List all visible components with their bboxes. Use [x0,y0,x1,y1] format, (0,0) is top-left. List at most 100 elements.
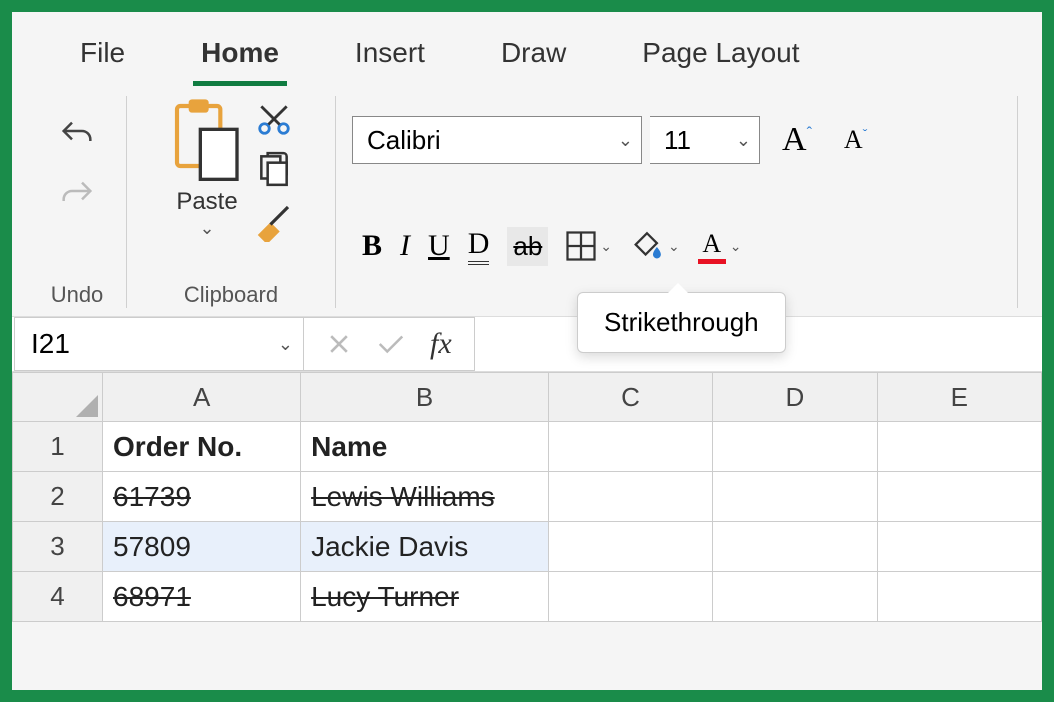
chevron-down-icon: ⌄ [736,130,751,151]
cell-b3[interactable]: Jackie Davis [301,522,549,572]
cell-a3[interactable]: 57809 [103,522,301,572]
separator [126,96,127,308]
cell-a1[interactable]: Order No. [103,422,301,472]
row-header-1[interactable]: 1 [12,422,103,472]
increase-font-icon: Aˆ [782,121,812,159]
column-header-c[interactable]: C [549,372,713,422]
tab-insert[interactable]: Insert [347,27,433,86]
excel-window: File Home Insert Draw Page Layout Undo [12,12,1042,690]
tooltip-strikethrough: Strikethrough [577,292,786,353]
bold-icon: B [362,229,382,263]
select-all-corner[interactable] [12,372,103,422]
undo-icon [57,116,97,156]
redo-icon [57,176,97,216]
fill-color-icon [630,229,664,263]
group-font: Calibri ⌄ 11 ⌄ Aˆ Aˇ B I U D ab [340,96,1013,308]
chevron-down-icon: ⌄ [668,238,680,255]
borders-icon [566,231,596,261]
cell-a4[interactable]: 68971 [103,572,301,622]
group-undo-label: Undo [51,282,104,308]
italic-icon: I [400,229,410,263]
font-size-value: 11 [664,125,691,156]
column-header-a[interactable]: A [103,372,301,422]
cell-e4[interactable] [878,572,1042,622]
cell-b4[interactable]: Lucy Turner [301,572,549,622]
paste-dropdown-icon[interactable]: ⌄ [199,218,214,239]
separator [335,96,336,308]
column-header-e[interactable]: E [878,372,1042,422]
decrease-font-icon: Aˇ [844,125,867,155]
cell-b1[interactable]: Name [301,422,549,472]
separator [1017,96,1018,308]
double-underline-button[interactable]: D [468,227,490,265]
font-color-button[interactable]: A ⌄ [698,229,742,264]
cell-c3[interactable] [549,522,713,572]
cell-d2[interactable] [713,472,877,522]
bold-button[interactable]: B [362,229,382,263]
row-header-4[interactable]: 4 [12,572,103,622]
underline-icon: U [428,229,450,263]
cell-e3[interactable] [878,522,1042,572]
ribbon: Undo Paste ⌄ [12,86,1042,316]
increase-font-button[interactable]: Aˆ [782,121,812,159]
font-name-select[interactable]: Calibri ⌄ [352,116,642,164]
cell-a2[interactable]: 61739 [103,472,301,522]
paste-label: Paste [176,188,237,216]
formula-bar: I21 ⌄ fx [12,316,1042,372]
ribbon-tabs: File Home Insert Draw Page Layout [12,12,1042,86]
strikethrough-button[interactable]: ab [507,227,548,266]
tab-draw[interactable]: Draw [493,27,574,86]
cancel-formula-button[interactable] [326,331,352,357]
group-clipboard-label: Clipboard [184,282,278,308]
italic-button[interactable]: I [400,229,410,263]
decrease-font-button[interactable]: Aˇ [844,125,867,155]
enter-formula-button[interactable] [376,331,406,357]
font-size-select[interactable]: 11 ⌄ [650,116,760,164]
group-clipboard: Paste ⌄ Clipboard [131,96,331,308]
scissors-icon [255,100,293,138]
cell-c1[interactable] [549,422,713,472]
undo-button[interactable] [57,116,97,156]
cell-c2[interactable] [549,472,713,522]
copy-button[interactable] [255,150,293,188]
paste-icon [167,96,247,186]
cell-e1[interactable] [878,422,1042,472]
tab-home[interactable]: Home [193,27,287,86]
check-icon [376,331,406,357]
paintbrush-icon [253,200,295,242]
chevron-down-icon: ⌄ [278,334,293,355]
underline-button[interactable]: U [428,229,450,263]
strikethrough-icon: ab [513,231,542,262]
cell-d3[interactable] [713,522,877,572]
tab-page-layout[interactable]: Page Layout [634,27,807,86]
name-box-value: I21 [31,328,70,360]
font-color-icon: A [698,229,726,264]
fx-label[interactable]: fx [430,327,452,361]
x-icon [326,331,352,357]
cut-button[interactable] [255,100,293,138]
spreadsheet-grid: A B C D E 1 Order No. Name 2 61739 Lewis… [12,372,1042,622]
borders-button[interactable]: ⌄ [566,231,612,261]
name-box[interactable]: I21 ⌄ [14,317,304,371]
double-underline-icon: D [468,227,490,265]
font-name-value: Calibri [367,125,441,156]
row-header-3[interactable]: 3 [12,522,103,572]
fill-color-button[interactable]: ⌄ [630,229,680,263]
tab-file[interactable]: File [72,27,133,86]
chevron-down-icon: ⌄ [730,238,742,255]
cell-b2[interactable]: Lewis Williams [301,472,549,522]
chevron-down-icon: ⌄ [618,130,633,151]
column-header-d[interactable]: D [713,372,877,422]
cell-d4[interactable] [713,572,877,622]
chevron-down-icon: ⌄ [600,238,612,255]
cell-e2[interactable] [878,472,1042,522]
group-undo: Undo [32,96,122,308]
row-header-2[interactable]: 2 [12,472,103,522]
column-header-b[interactable]: B [301,372,549,422]
redo-button[interactable] [57,176,97,216]
cell-c4[interactable] [549,572,713,622]
copy-icon [255,150,293,188]
paste-button[interactable] [167,96,247,186]
cell-d1[interactable] [713,422,877,472]
format-painter-button[interactable] [253,200,295,242]
